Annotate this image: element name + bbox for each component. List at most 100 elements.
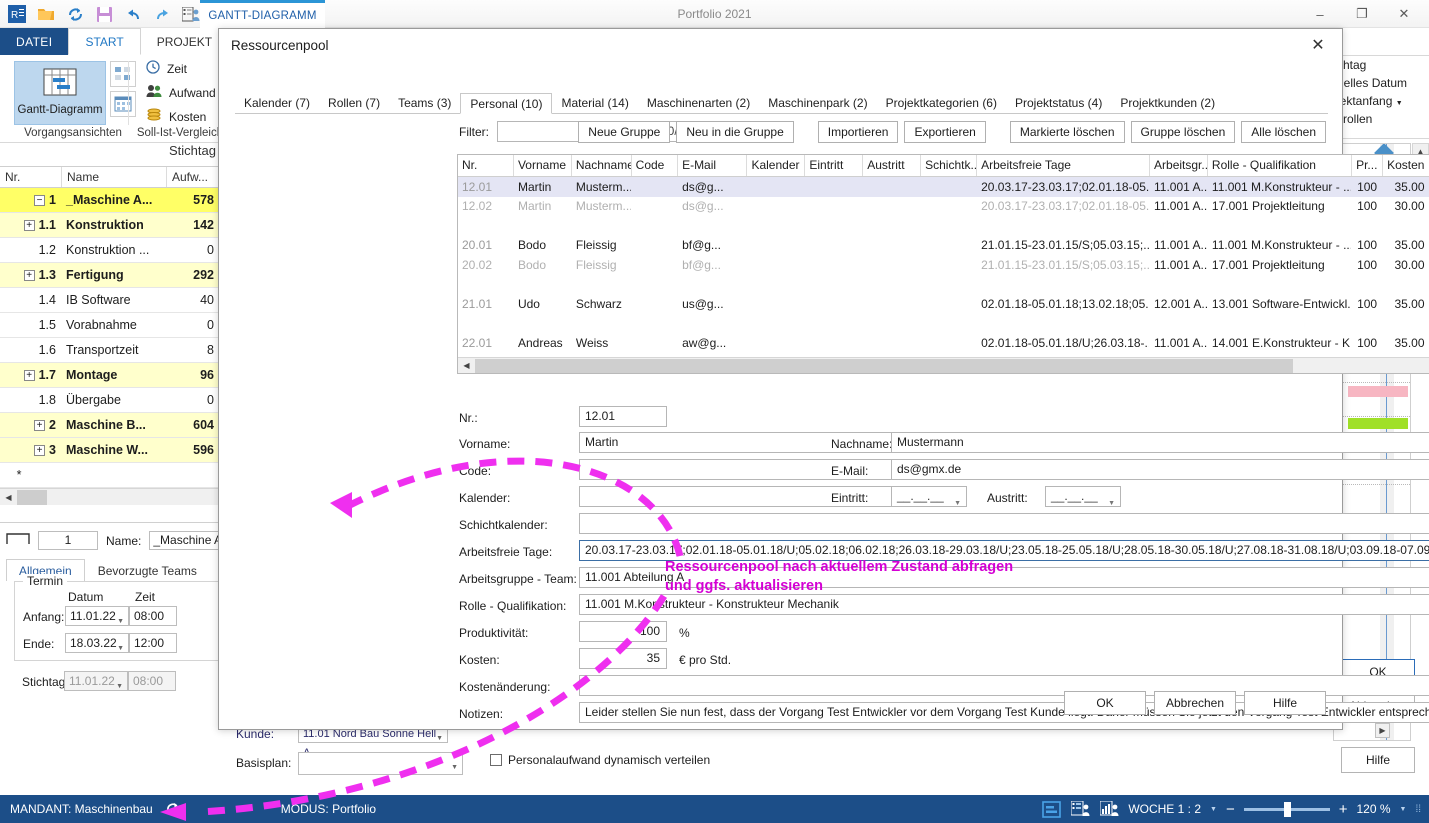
table-row[interactable]: 12.02 Martin Musterm... ds@g... 20.03.17…	[458, 197, 1429, 217]
tab-projektstatus[interactable]: Projektstatus (4)	[1006, 92, 1111, 113]
column-header-nr[interactable]: Nr.	[0, 167, 62, 187]
chevron-down-icon[interactable]: ▼	[117, 613, 124, 631]
chevron-down-icon[interactable]: ▼	[436, 730, 443, 748]
tab-teams[interactable]: Teams (3)	[389, 92, 460, 113]
chevron-down-icon[interactable]: ▼	[1396, 100, 1403, 107]
ribbon-tab-datei[interactable]: DATEI	[0, 28, 68, 55]
ribbon-item-kosten[interactable]: Kosten	[142, 107, 220, 126]
col-arbeitsgruppe[interactable]: Arbeitsgr...	[1150, 155, 1208, 176]
dialog-hilfe-button[interactable]: Hilfe	[1244, 691, 1326, 715]
zoom-slider[interactable]	[1244, 808, 1330, 811]
neu-in-die-gruppe-button[interactable]: Neu in die Gruppe	[676, 121, 793, 143]
ribbon-tab-projekt[interactable]: PROJEKT	[141, 28, 228, 55]
chevron-down-icon[interactable]: ▼	[451, 759, 458, 777]
network-view-icon[interactable]	[110, 61, 136, 87]
table-row[interactable]: +1.3 Fertigung 292	[0, 263, 222, 288]
save-icon[interactable]	[93, 3, 115, 25]
table-row[interactable]: 1.8 Übergabe 0	[0, 388, 222, 413]
menu-item-stichtag[interactable]: chtag	[1334, 56, 1429, 74]
table-row[interactable]: 21.01 Udo Schwarz us@g... 02.01.18-05.01…	[458, 294, 1429, 314]
basisplan-select[interactable]: ▼	[298, 752, 463, 775]
open-folder-icon[interactable]	[35, 3, 57, 25]
dialog-abbrechen-button[interactable]: Abbrechen	[1154, 691, 1236, 715]
tab-projektkategorien[interactable]: Projektkategorien (6)	[877, 92, 1006, 113]
tab-rollen[interactable]: Rollen (7)	[319, 92, 389, 113]
resize-grip-icon[interactable]: ⁞⁞	[1415, 804, 1421, 815]
minimize-button[interactable]: –	[1299, 0, 1341, 28]
ende-date-input[interactable]: 18.03.22▼	[65, 633, 129, 653]
refresh-status-icon[interactable]	[163, 800, 183, 818]
calendar-view-icon[interactable]	[110, 91, 136, 117]
table-row[interactable]: 1.2 Konstruktion ... 0	[0, 238, 222, 263]
undo-icon[interactable]	[122, 3, 144, 25]
col-rolle-qualifikation[interactable]: Rolle - Qualifikation	[1208, 155, 1352, 176]
refresh-icon[interactable]	[64, 3, 86, 25]
zoom-in-button[interactable]: +	[1339, 801, 1348, 818]
col-nr[interactable]: Nr.	[458, 155, 514, 176]
code-input[interactable]	[579, 459, 934, 480]
nr-input[interactable]: 12.01	[579, 406, 667, 427]
column-header-name[interactable]: Name	[62, 167, 167, 187]
gantt-diagramm-button[interactable]: Gantt-Diagramm	[14, 61, 106, 125]
hilfe-button-right[interactable]: Hilfe	[1341, 747, 1415, 773]
dialog-ok-button[interactable]: OK	[1064, 691, 1146, 715]
col-email[interactable]: E-Mail	[678, 155, 747, 176]
stichtag-time-input[interactable]: 08:00	[128, 671, 176, 691]
tab-projektkunden[interactable]: Projektkunden (2)	[1111, 92, 1224, 113]
app-logo-icon[interactable]: R	[6, 3, 28, 25]
tab-kalender[interactable]: Kalender (7)	[235, 92, 319, 113]
col-vorname[interactable]: Vorname	[514, 155, 572, 176]
expander-icon[interactable]: −	[34, 195, 45, 206]
ribbon-item-aufwand[interactable]: Aufwand	[142, 83, 220, 102]
resource-icon[interactable]	[180, 3, 202, 25]
col-nachname[interactable]: Nachname	[572, 155, 632, 176]
zoom-out-button[interactable]: −	[1226, 801, 1235, 818]
zoom-dropdown-icon[interactable]: ▼	[1400, 806, 1407, 813]
zoom-slider-knob[interactable]	[1284, 802, 1291, 817]
col-austritt[interactable]: Austritt	[863, 155, 921, 176]
tab-material[interactable]: Material (14)	[552, 92, 637, 113]
col-schichtkalender[interactable]: Schichtk...	[921, 155, 977, 176]
scroll-left-icon[interactable]: ◀	[0, 490, 17, 505]
col-produktivitaet[interactable]: Pr...	[1352, 155, 1383, 176]
ende-time-input[interactable]: 12:00	[129, 633, 177, 653]
expander-icon[interactable]: +	[24, 270, 35, 281]
chevron-down-icon[interactable]: ▼	[954, 494, 961, 507]
table-row[interactable]: 12.01 Martin Musterm... ds@g... 20.03.17…	[458, 177, 1429, 197]
table-row[interactable]: +1.7 Montage 96	[0, 363, 222, 388]
tab-personal[interactable]: Personal (10)	[460, 93, 552, 114]
table-row[interactable]: 1.5 Vorabnahme 0	[0, 313, 222, 338]
col-eintritt[interactable]: Eintritt	[805, 155, 863, 176]
expander-icon[interactable]: +	[34, 445, 45, 456]
table-row[interactable]: +3 Maschine W... 596	[0, 438, 222, 463]
hscroll-thumb[interactable]	[475, 359, 1293, 373]
kalender-select[interactable]: ▼	[579, 486, 934, 507]
importieren-button[interactable]: Importieren	[818, 121, 899, 143]
expander-icon[interactable]: +	[34, 420, 45, 431]
tab-maschinenpark[interactable]: Maschinenpark (2)	[759, 92, 876, 113]
email-input[interactable]: ds@gmx.de	[891, 459, 1429, 480]
task-grid-hscrollbar[interactable]: ◀	[0, 488, 222, 505]
col-kosten[interactable]: Kosten	[1383, 155, 1429, 176]
rolle-qualifikation-input[interactable]: 11.001 M.Konstrukteur - Konstrukteur Mec…	[579, 594, 1429, 615]
table-row[interactable]: 22.02 Andreas Weiss aw@g... 02.01.18-05.…	[458, 353, 1429, 355]
neue-gruppe-button[interactable]: Neue Gruppe	[578, 121, 670, 143]
col-arbeitsfreie-tage[interactable]: Arbeitsfreie Tage	[977, 155, 1150, 176]
hscroll-thumb[interactable]	[17, 490, 47, 505]
menu-item-scrollen[interactable]: crollen	[1334, 110, 1429, 128]
tab-bevorzugte-teams[interactable]: Bevorzugte Teams	[85, 559, 210, 581]
column-header-aufwand[interactable]: Aufw...	[167, 167, 222, 187]
resource-sheet-icon[interactable]	[1070, 800, 1090, 818]
table-row-new[interactable]: *	[0, 463, 222, 488]
chevron-down-icon[interactable]: ▼	[1108, 494, 1115, 507]
stichtag-date-input[interactable]: 11.01.22▼	[64, 671, 128, 691]
table-row[interactable]: 22.01 Andreas Weiss aw@g... 02.01.18-05.…	[458, 333, 1429, 353]
menu-item-projektanfang[interactable]: jektanfang ▼	[1334, 92, 1429, 110]
split-view-icon[interactable]	[1041, 800, 1061, 818]
ribbon-tab-start[interactable]: START	[68, 28, 140, 55]
expander-icon[interactable]: +	[24, 220, 35, 231]
arbeitsgruppe-team-input[interactable]: 11.001 Abteilung A	[579, 567, 1429, 588]
chevron-down-icon[interactable]: ▼	[117, 640, 124, 658]
arbeitsfreie-tage-input[interactable]: 20.03.17-23.03.17;02.01.18-05.01.18/U;05…	[579, 540, 1429, 561]
maximize-button[interactable]: ❐	[1341, 0, 1383, 28]
